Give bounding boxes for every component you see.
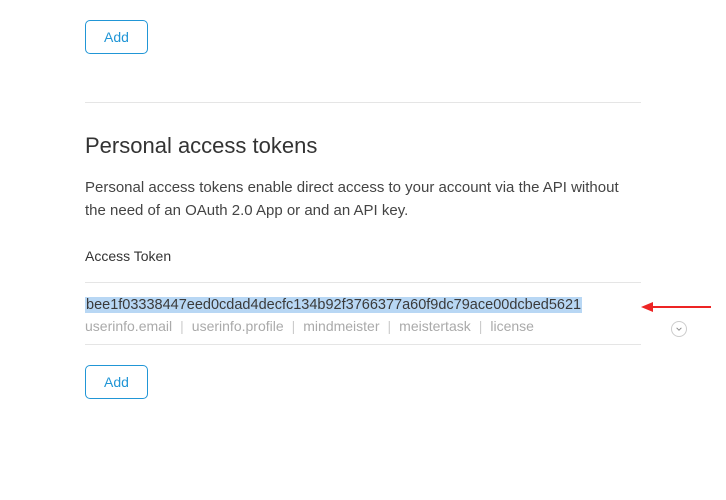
scope-item: meistertask [399,318,471,334]
scope-separator: | [388,318,392,334]
token-scopes: userinfo.email | userinfo.profile | mind… [85,318,641,334]
access-token-label: Access Token [85,248,641,264]
scope-item: mindmeister [303,318,379,334]
token-menu-button[interactable] [671,321,687,337]
scope-separator: | [292,318,296,334]
section-description: Personal access tokens enable direct acc… [85,177,641,222]
token-value[interactable]: bee1f03338447eed0cdad4decfc134b92f376637… [85,297,582,313]
token-block: bee1f03338447eed0cdad4decfc134b92f376637… [85,282,641,345]
add-button-top[interactable]: Add [85,20,148,54]
scope-separator: | [479,318,483,334]
add-button-bottom[interactable]: Add [85,365,148,399]
scope-item: userinfo.profile [192,318,284,334]
chevron-down-icon [675,325,683,333]
annotation-arrow-icon [641,297,711,317]
scope-item: license [490,318,534,334]
scope-separator: | [180,318,184,334]
section-title: Personal access tokens [85,133,641,159]
scope-item: userinfo.email [85,318,172,334]
section-divider [85,102,641,103]
